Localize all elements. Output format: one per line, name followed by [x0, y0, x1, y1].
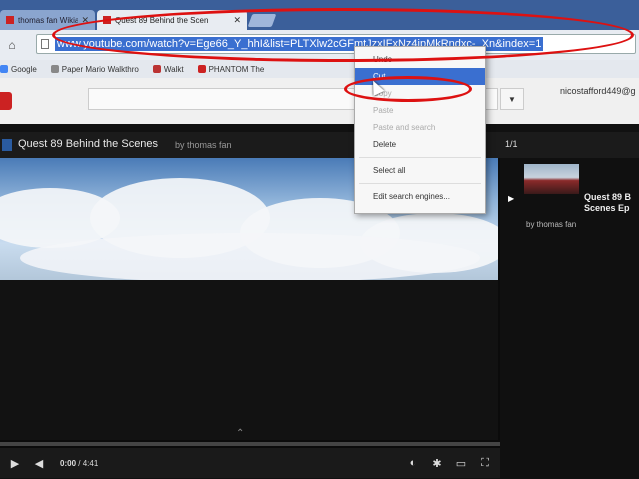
- tab-label: thomas fan Wikia Q: [18, 15, 79, 25]
- time-display: 0:00 / 4:41: [60, 459, 98, 468]
- bookmark-paper-mario[interactable]: Paper Mario Walkthro: [50, 64, 139, 74]
- close-icon[interactable]: ✕: [233, 15, 241, 26]
- bookmark-label: Google: [11, 64, 37, 74]
- bookmark-label: PHANTOM The: [208, 64, 265, 74]
- playlist-title[interactable]: Quest 89 Behind the Scenes: [18, 138, 158, 150]
- tab-wikia[interactable]: thomas fan Wikia Q ✕: [0, 10, 95, 30]
- menu-item-delete[interactable]: Delete: [355, 136, 485, 153]
- home-icon[interactable]: ⌂: [4, 37, 20, 53]
- video-ground: [0, 280, 498, 440]
- current-time: 0:00: [60, 458, 77, 468]
- bookmark-google[interactable]: Google: [0, 65, 37, 74]
- menu-item-select-all[interactable]: Select all: [355, 162, 485, 179]
- youtube-logo-icon[interactable]: [0, 92, 12, 110]
- wikia-favicon-icon: [6, 16, 14, 24]
- address-bar[interactable]: www.youtube.com/watch?v=Ege66_Y_hhI&list…: [36, 34, 636, 54]
- tab-youtube[interactable]: Quest 89 Behind the Scen ✕: [97, 10, 247, 30]
- playlist-icon: [2, 139, 12, 151]
- bookmark-walkt[interactable]: Walkt: [152, 64, 184, 74]
- now-playing-icon: ▶: [508, 194, 515, 203]
- bookmark-label: Walkt: [163, 64, 184, 74]
- playlist-sidebar: ▶ Quest 89 B Scenes Ep by thomas fan: [500, 158, 639, 479]
- new-tab-button[interactable]: [247, 14, 277, 27]
- close-icon[interactable]: ✕: [81, 15, 89, 26]
- playlist-count: 1/1: [505, 139, 518, 149]
- fullscreen-icon[interactable]: ⛶: [476, 454, 494, 472]
- menu-separator: [359, 183, 481, 184]
- context-menu: Undo Cut Copy Paste Paste and search Del…: [354, 46, 486, 214]
- play-icon[interactable]: ▶: [6, 454, 24, 472]
- sidebar-video-title[interactable]: Quest 89 B Scenes Ep: [584, 192, 639, 214]
- bookmark-phantom[interactable]: PHANTOM The: [197, 64, 265, 74]
- playlist-bar: Quest 89 Behind the Scenes by thomas fan…: [0, 132, 639, 158]
- menu-item-undo[interactable]: Undo: [355, 51, 485, 68]
- folder-icon: [50, 65, 59, 73]
- menu-item-paste-and-search[interactable]: Paste and search: [355, 119, 485, 136]
- bookmark-label: Paper Mario Walkthro: [61, 64, 139, 74]
- player-controls: ▶ ◀ 0:00 / 4:41 ◐ ✱ ▭ ⛶: [0, 448, 500, 478]
- menu-item-edit-search-engines[interactable]: Edit search engines...: [355, 188, 485, 205]
- video-thumbnail[interactable]: [524, 164, 579, 194]
- playlist-author[interactable]: by thomas fan: [175, 140, 232, 150]
- bookmarks-bar: Google Paper Mario Walkthro Walkt PHANTO…: [0, 60, 639, 78]
- site-icon: [197, 65, 206, 73]
- page-icon: [41, 39, 49, 49]
- sidebar-video-author: by thomas fan: [526, 220, 577, 229]
- theater-mode-icon[interactable]: ▭: [452, 454, 470, 472]
- site-icon: [152, 65, 161, 73]
- volume-icon[interactable]: ◀: [30, 454, 48, 472]
- chevron-up-icon[interactable]: ⌃: [236, 428, 244, 439]
- youtube-favicon-icon: [103, 16, 111, 24]
- duration: / 4:41: [78, 458, 99, 468]
- google-icon: [0, 65, 8, 73]
- user-account[interactable]: nicostafford449@g: [560, 86, 636, 96]
- search-dropdown-button[interactable]: ▼: [500, 88, 524, 110]
- watch-later-icon[interactable]: ◐: [404, 454, 422, 472]
- progress-bar[interactable]: [0, 442, 500, 446]
- gear-icon[interactable]: ✱: [428, 454, 446, 472]
- menu-separator: [359, 157, 481, 158]
- tab-label: Quest 89 Behind the Scen: [115, 15, 209, 25]
- tab-strip: thomas fan Wikia Q ✕ Quest 89 Behind the…: [0, 0, 639, 30]
- menu-item-paste[interactable]: Paste: [355, 102, 485, 119]
- youtube-header: ▼ nicostafford449@g: [0, 78, 639, 124]
